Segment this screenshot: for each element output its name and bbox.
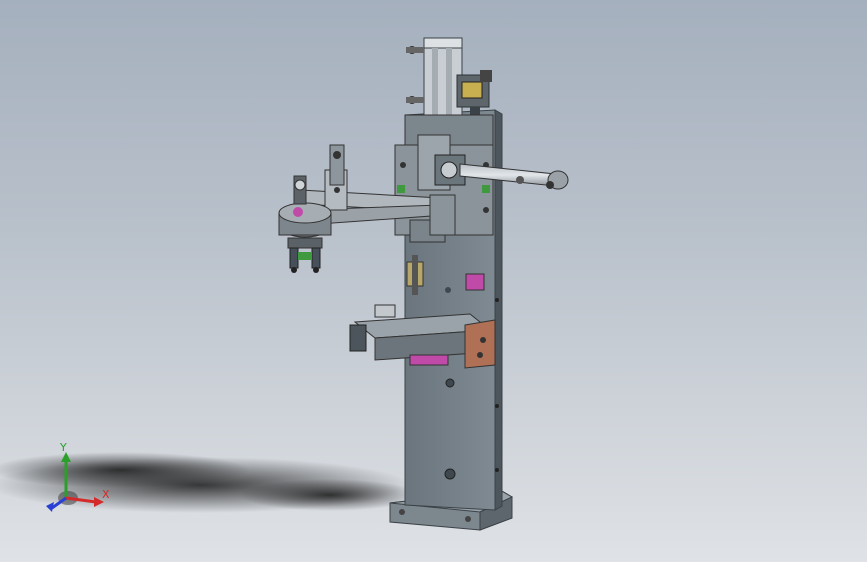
coordinate-triad: Y X bbox=[46, 441, 110, 512]
model-scene[interactable] bbox=[0, 0, 867, 562]
y-axis-label: Y bbox=[59, 441, 67, 454]
graphics-viewport[interactable]: Y X bbox=[0, 0, 867, 562]
x-axis-label: X bbox=[102, 488, 110, 501]
gripper-head[interactable] bbox=[278, 175, 332, 273]
z-axis-arrow bbox=[46, 502, 54, 512]
triad-axes bbox=[46, 452, 104, 512]
